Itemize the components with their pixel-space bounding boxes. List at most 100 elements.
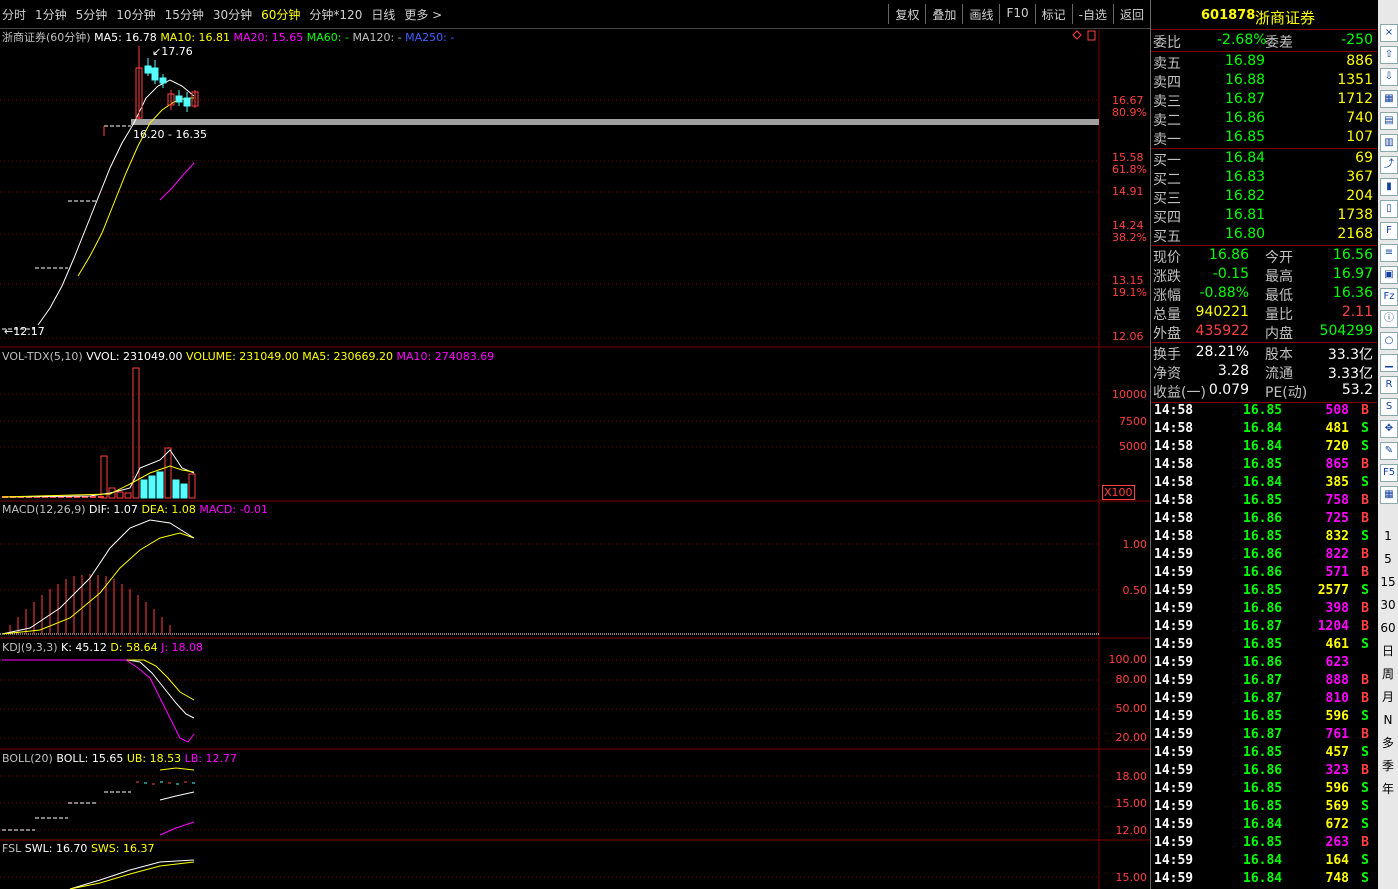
trend-icon[interactable]: ⤴ — [1380, 156, 1398, 174]
side-period-0[interactable]: 1 — [1380, 528, 1396, 544]
period-tab-0[interactable]: 分时 — [2, 8, 26, 22]
info-row: 净资 3.28 流通 3.33亿 — [1151, 363, 1377, 382]
side-period-10[interactable]: 季 — [1380, 758, 1396, 774]
chart-area[interactable]: 浙商证券(60分钟) MA5: 16.78 MA10: 16.81 MA20: … — [0, 28, 1150, 889]
ask-price: 16.85 — [1225, 129, 1266, 145]
down-icon[interactable]: ⇩ — [1380, 68, 1398, 86]
x-icon[interactable]: × — [1380, 24, 1398, 42]
stat-value: -0.15 — [1212, 266, 1249, 282]
tick-volume: 263 — [1325, 835, 1349, 850]
main-legend: 浙商证券(60分钟) MA5: 16.78 MA10: 16.81 MA20: … — [2, 29, 454, 45]
tick-volume: 761 — [1325, 727, 1349, 742]
side-period-3[interactable]: 30 — [1380, 597, 1396, 613]
move-icon[interactable]: ✥ — [1380, 420, 1398, 438]
up-icon[interactable]: ⇧ — [1380, 46, 1398, 64]
period-tab-2[interactable]: 5分钟 — [76, 8, 108, 22]
fz-icon[interactable]: Fz — [1380, 288, 1398, 306]
tick-volume: 2577 — [1317, 583, 1349, 598]
vol-ma5-label: MA5: 230669.20 — [302, 350, 393, 363]
tick-side: S — [1361, 745, 1369, 760]
bid-row: 买二 16.83 367 — [1151, 169, 1377, 188]
doc-icon[interactable]: ▯ — [1380, 200, 1398, 218]
bar-icon[interactable]: ▁ — [1380, 354, 1398, 372]
tool-button-1[interactable]: 叠加 — [925, 4, 962, 24]
side-period-7[interactable]: 月 — [1380, 689, 1396, 705]
tick-row: 14:58 16.85 832 S — [1151, 529, 1377, 547]
chart-icon[interactable]: ▦ — [1380, 90, 1398, 108]
panel-restore-icon[interactable] — [1087, 30, 1096, 41]
axis-label: 20.00 — [1115, 731, 1148, 744]
stat-label: 量比 — [1265, 307, 1293, 323]
tick-time: 14:59 — [1154, 637, 1194, 652]
tick-row: 14:59 16.84 672 S — [1151, 817, 1377, 835]
info-icon[interactable]: ⓘ — [1380, 310, 1398, 328]
period-tab-8[interactable]: 日线 — [371, 8, 395, 22]
s-icon[interactable]: S — [1380, 398, 1398, 416]
tick-price: 16.85 — [1243, 457, 1283, 472]
side-period-1[interactable]: 5 — [1380, 551, 1396, 567]
f10-icon[interactable]: F — [1380, 222, 1398, 240]
candle-body — [159, 77, 167, 84]
tick-time: 14:59 — [1154, 745, 1194, 760]
circle-icon[interactable]: ○ — [1380, 332, 1398, 350]
tick-price: 16.87 — [1243, 619, 1283, 634]
tool-button-5[interactable]: -自选 — [1071, 4, 1113, 24]
period-tab-1[interactable]: 1分钟 — [35, 8, 67, 22]
period-tab-9[interactable]: 更多 > — [404, 8, 442, 22]
f5-icon[interactable]: F5 — [1380, 464, 1398, 482]
ask-label: 卖一 — [1153, 132, 1181, 148]
period-tab-5[interactable]: 30分钟 — [213, 8, 252, 22]
rsi-icon[interactable]: R — [1380, 376, 1398, 394]
side-period-11[interactable]: 年 — [1380, 781, 1396, 797]
ma20-label: MA20: 15.65 — [233, 31, 304, 44]
grid-icon[interactable]: ▦ — [1380, 486, 1398, 504]
tool-button-0[interactable]: 复权 — [888, 4, 925, 24]
range-band — [131, 119, 1099, 125]
tick-time: 14:59 — [1154, 709, 1194, 724]
info-value: 0.079 — [1208, 382, 1249, 398]
side-period-8[interactable]: N — [1380, 712, 1396, 728]
tool-button-4[interactable]: 标记 — [1034, 4, 1072, 24]
tick-row: 14:59 16.85 596 S — [1151, 709, 1377, 727]
stat-value: 2.11 — [1341, 304, 1373, 320]
note-icon[interactable]: ≡ — [1380, 244, 1398, 262]
bid-label: 买一 — [1153, 153, 1181, 169]
tick-side: S — [1361, 781, 1369, 796]
side-period-4[interactable]: 60 — [1380, 620, 1396, 636]
period-tab-4[interactable]: 15分钟 — [165, 8, 204, 22]
stock-name: 浙商证券 — [1255, 9, 1316, 27]
axis-label: 12.00 — [1115, 824, 1148, 837]
pen-icon[interactable]: ✎ — [1380, 442, 1398, 460]
period-tab-6[interactable]: 60分钟 — [261, 8, 300, 22]
tick-side: B — [1361, 511, 1369, 526]
tick-time: 14:59 — [1154, 601, 1194, 616]
side-period-2[interactable]: 15 — [1380, 574, 1396, 590]
side-period-9[interactable]: 多 — [1380, 735, 1396, 751]
tool-button-3[interactable]: F10 — [999, 4, 1034, 24]
panel-diamond-icon[interactable] — [1072, 30, 1082, 40]
tick-time: 14:59 — [1154, 547, 1194, 562]
tool-button-2[interactable]: 画线 — [962, 4, 999, 24]
table-icon[interactable]: ▤ — [1380, 112, 1398, 130]
tool-button-6[interactable]: 返回 — [1112, 4, 1150, 24]
tick-time: 14:59 — [1154, 565, 1194, 580]
tick-side: B — [1361, 727, 1369, 742]
axis-label: 15.00 — [1115, 797, 1148, 810]
tick-price: 16.84 — [1243, 853, 1283, 868]
stat-value: 16.97 — [1332, 266, 1373, 282]
side-period-6[interactable]: 周 — [1380, 666, 1396, 682]
side-period-5[interactable]: 日 — [1380, 643, 1396, 659]
period-tab-3[interactable]: 10分钟 — [116, 8, 155, 22]
book-icon[interactable]: ▣ — [1380, 266, 1398, 284]
list-icon[interactable]: ▥ — [1380, 134, 1398, 152]
tick-side: S — [1361, 853, 1369, 868]
period-tab-7[interactable]: 分钟*120 — [309, 8, 362, 22]
j-line — [2, 659, 195, 743]
candle-icon[interactable]: ▮ — [1380, 178, 1398, 196]
bid-volume: 204 — [1346, 188, 1373, 204]
tick-time: 14:58 — [1154, 403, 1194, 418]
tick-side: B — [1361, 619, 1369, 634]
volume-bar — [156, 471, 164, 499]
j-label: J: 18.08 — [161, 641, 204, 654]
tick-volume: 720 — [1325, 439, 1349, 454]
